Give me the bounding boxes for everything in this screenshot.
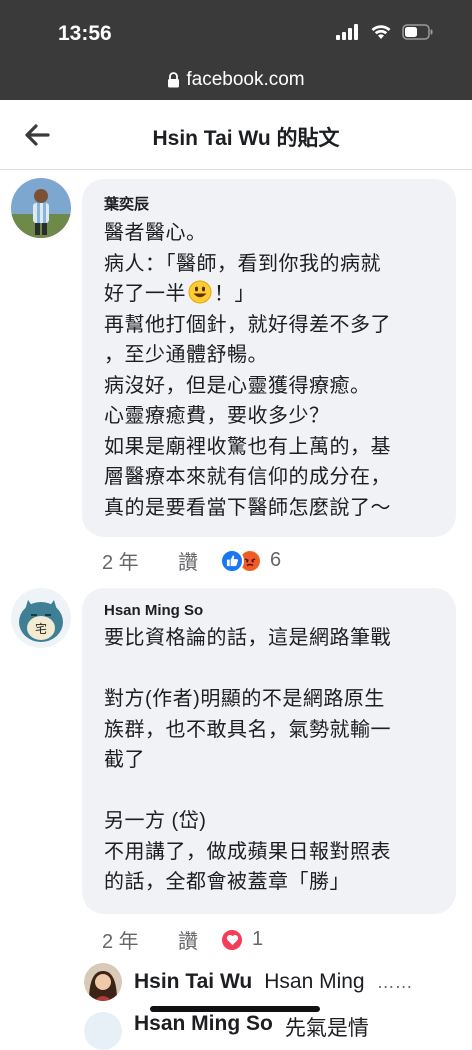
like-button[interactable]: 讚 bbox=[178, 925, 220, 954]
reactions-summary[interactable]: 1 bbox=[220, 927, 264, 952]
comment-line: 對方(作者)明顯的不是網路原生 bbox=[104, 688, 385, 710]
comment-time[interactable]: 2 年 bbox=[102, 925, 178, 954]
comment-line: 病沒好，但是心靈獲得療癒。 bbox=[104, 374, 371, 397]
comment-line: 層醫療本來就有信仰的成分在， bbox=[104, 466, 391, 488]
comment-line: 再幫他打個針，就好得差不多了 bbox=[104, 313, 391, 336]
wifi-icon bbox=[371, 25, 391, 39]
next-reply-preview[interactable]: Hsan Ming So 先氣是情 bbox=[84, 1012, 369, 1050]
comment-author[interactable]: 葉奕辰 bbox=[104, 193, 438, 214]
reactions-summary[interactable]: 6 bbox=[220, 548, 282, 573]
reply-ellipsis: …… bbox=[376, 971, 413, 992]
reply-author[interactable]: Hsin Tai Wu bbox=[134, 970, 252, 994]
page-header: Hsin Tai Wu 的貼文 bbox=[0, 100, 472, 170]
next-reply-author[interactable]: Hsan Ming So bbox=[134, 1012, 273, 1050]
comment-bubble-2[interactable]: Hsan Ming So 要比資格論的話，這是網路筆戰 對方(作者)明顯的不是網… bbox=[82, 588, 456, 914]
cellular-signal-icon bbox=[336, 24, 358, 40]
comment-line: ，至少通體舒暢。 bbox=[104, 344, 268, 366]
comment-author[interactable]: Hsan Ming So bbox=[104, 602, 438, 619]
comment-line-text: ！」 bbox=[214, 283, 255, 305]
comment-line: 的話，全都會被蓋章「勝」 bbox=[104, 871, 350, 893]
reply-preview[interactable]: Hsin Tai Wu Hsan Ming …… bbox=[84, 962, 413, 1002]
comment-line: 真的是要看當下醫師怎麼說了～ bbox=[104, 496, 391, 519]
comment-meta-1: 2 年 讚 6 bbox=[102, 546, 281, 575]
reaction-count: 6 bbox=[270, 549, 282, 571]
comment-line: 要比資格論的話，這是網路筆戰 bbox=[104, 627, 391, 649]
comment-line: 心靈療癒費，要收多少？ bbox=[104, 405, 330, 427]
comment-line: 病人：「醫師，看到你我的病就 bbox=[104, 252, 381, 275]
comment-line: 族群，也不敢具名，氣勢就輸一 bbox=[104, 718, 391, 741]
home-indicator bbox=[150, 1006, 320, 1012]
reply-text: Hsan Ming bbox=[264, 970, 365, 993]
svg-text:宅: 宅 bbox=[35, 621, 47, 636]
battery-icon bbox=[402, 24, 433, 40]
lock-icon bbox=[168, 72, 180, 88]
status-bar: 13:56 bbox=[0, 0, 472, 60]
like-button[interactable]: 讚 bbox=[178, 546, 220, 575]
comment-line: 醫者醫心。 bbox=[104, 222, 207, 244]
comment-line-with-emoji: 好了一半 ！」 bbox=[104, 279, 438, 310]
status-icons bbox=[336, 24, 434, 40]
reply-avatar bbox=[84, 963, 122, 1001]
comment-line-blank bbox=[104, 776, 438, 807]
comment-line-blank bbox=[104, 654, 438, 685]
comment-line: 截了 bbox=[104, 749, 145, 771]
like-icon bbox=[220, 548, 244, 573]
url-bar[interactable]: facebook.com bbox=[0, 60, 472, 100]
comment-bubble-1[interactable]: 葉奕辰 醫者醫心。 病人：「醫師，看到你我的病就 好了一半 ！」 再幫他打個針，就… bbox=[82, 179, 456, 537]
avatar-commenter-1[interactable] bbox=[11, 178, 71, 238]
status-time: 13:56 bbox=[58, 22, 112, 45]
comment-line: 不用講了，做成蘋果日報對照表 bbox=[104, 840, 391, 863]
comment-meta-2: 2 年 讚 1 bbox=[102, 925, 263, 954]
comment-line: 另一方 (岱) bbox=[104, 810, 207, 832]
smiley-emoji-icon bbox=[188, 280, 212, 304]
avatar-commenter-2[interactable]: 宅 bbox=[11, 588, 71, 648]
love-icon bbox=[220, 927, 244, 952]
url-domain: facebook.com bbox=[186, 69, 305, 90]
comment-time[interactable]: 2 年 bbox=[102, 546, 178, 575]
next-reply-avatar bbox=[84, 1012, 122, 1050]
comment-line: 如果是廟裡收驚也有上萬的，基 bbox=[104, 435, 391, 458]
reaction-count: 1 bbox=[252, 928, 264, 950]
comment-line-text: 好了一半 bbox=[104, 283, 186, 305]
next-reply-text: 先氣是情 bbox=[284, 1017, 369, 1040]
page-title: Hsin Tai Wu 的貼文 bbox=[152, 127, 340, 150]
